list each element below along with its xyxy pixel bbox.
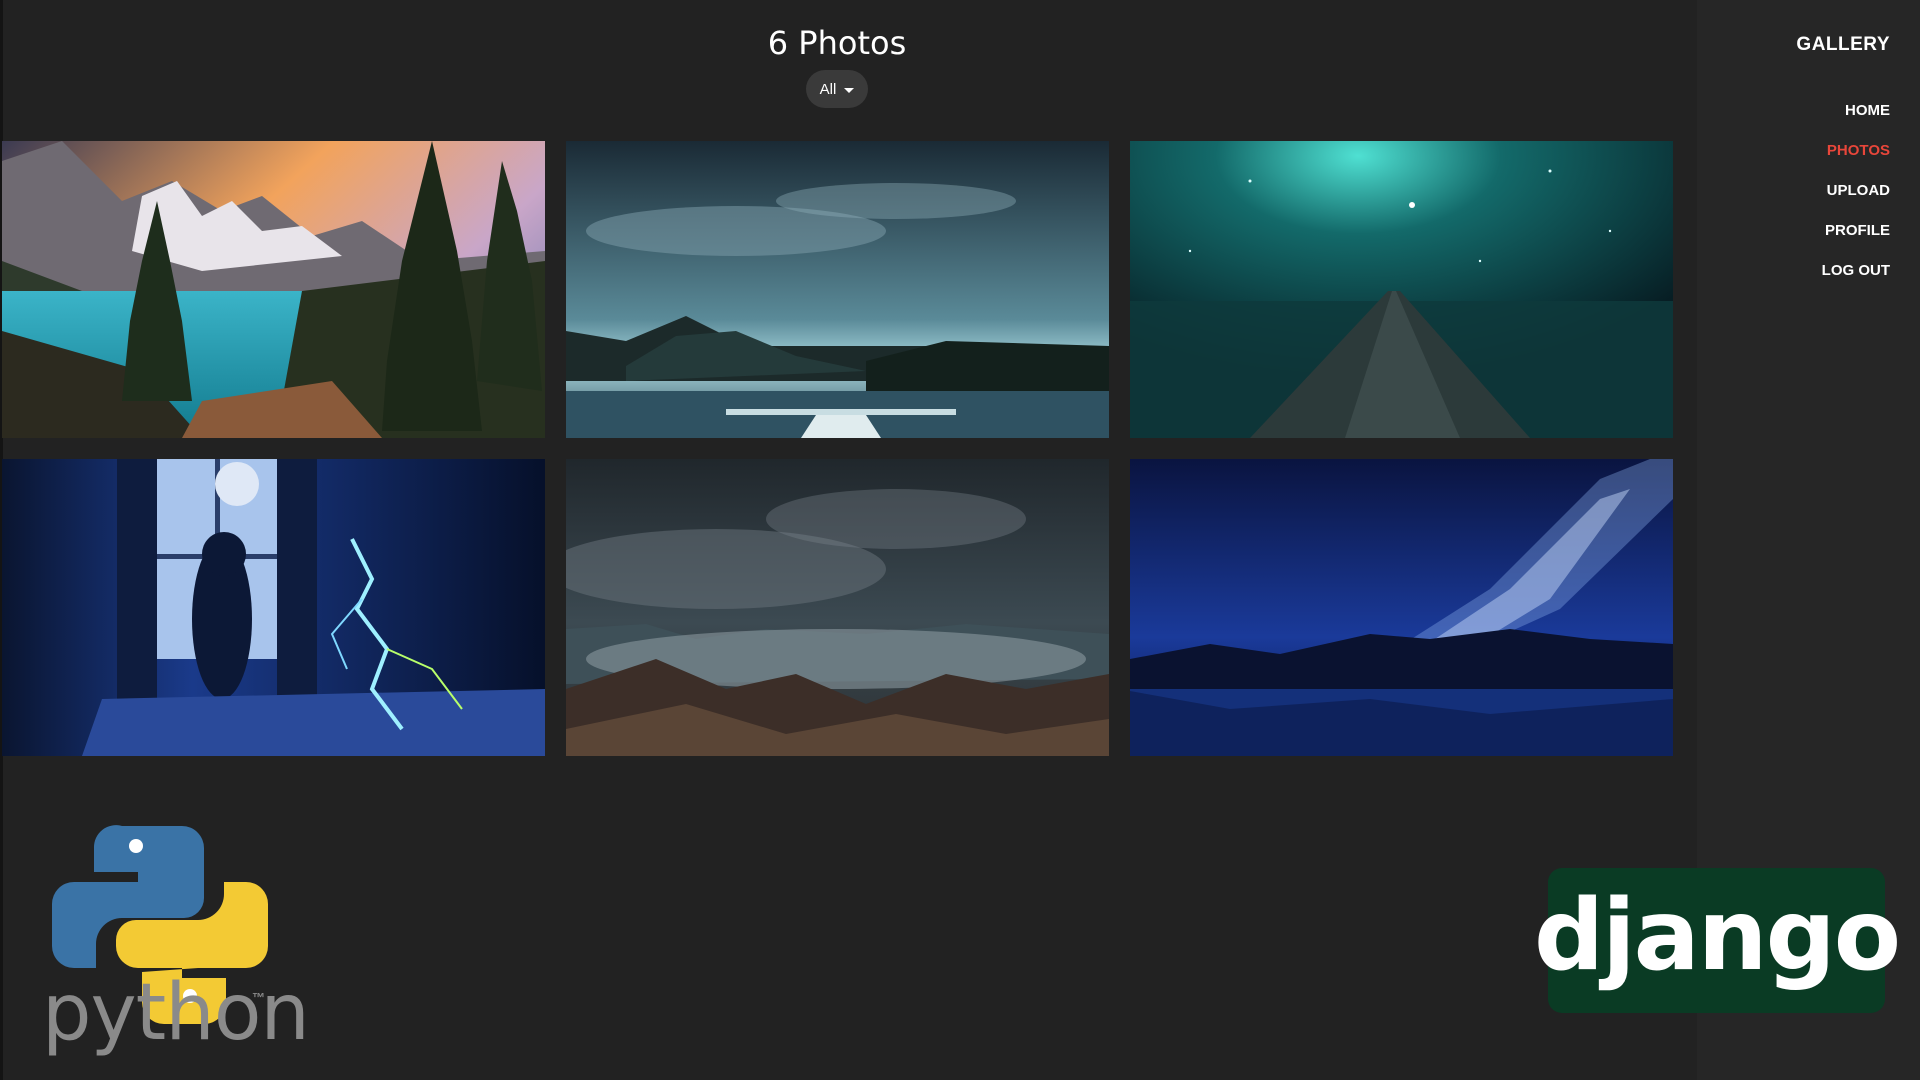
main-content: 6 Photos All python ™ (0, 0, 1697, 1080)
gallery-header: 6 Photos All (0, 22, 1674, 108)
nav-item-profile[interactable]: PROFILE (1825, 220, 1890, 242)
sidebar-nav: HOME PHOTOS UPLOAD PROFILE LOG OUT (1822, 100, 1890, 282)
photo-thumbnail[interactable] (1130, 459, 1673, 756)
python-wordmark: python (42, 968, 310, 1058)
cloud-mountains-image (566, 459, 1109, 756)
teal-pier-image (1130, 141, 1673, 438)
night-lake-image (566, 141, 1109, 438)
chevron-down-icon (844, 87, 855, 93)
window-lightning-image (2, 459, 545, 756)
filter-label: All (819, 80, 837, 98)
photo-thumbnail[interactable] (1130, 141, 1673, 438)
photo-thumbnail[interactable] (2, 459, 545, 756)
nav-item-upload[interactable]: UPLOAD (1827, 180, 1890, 202)
photo-thumbnail[interactable] (2, 141, 545, 438)
photo-grid (2, 141, 1673, 756)
page-title: 6 Photos (767, 24, 907, 62)
nav-item-home[interactable]: HOME (1845, 100, 1890, 122)
photo-thumbnail[interactable] (566, 141, 1109, 438)
django-logo: django (1534, 868, 1901, 1013)
nav-item-photos[interactable]: PHOTOS (1827, 140, 1890, 162)
mountain-lake-image (2, 141, 545, 438)
brand-title[interactable]: GALLERY (1796, 34, 1890, 56)
trademark-symbol: ™ (252, 990, 265, 1005)
app-window: 6 Photos All python ™ GALLERY HOME PHOTO… (0, 0, 1920, 1080)
nav-item-logout[interactable]: LOG OUT (1822, 260, 1890, 282)
milky-way-image (1130, 459, 1673, 756)
category-filter-dropdown[interactable]: All (805, 70, 869, 108)
photo-thumbnail[interactable] (566, 459, 1109, 756)
django-wordmark: django (1533, 878, 1901, 993)
